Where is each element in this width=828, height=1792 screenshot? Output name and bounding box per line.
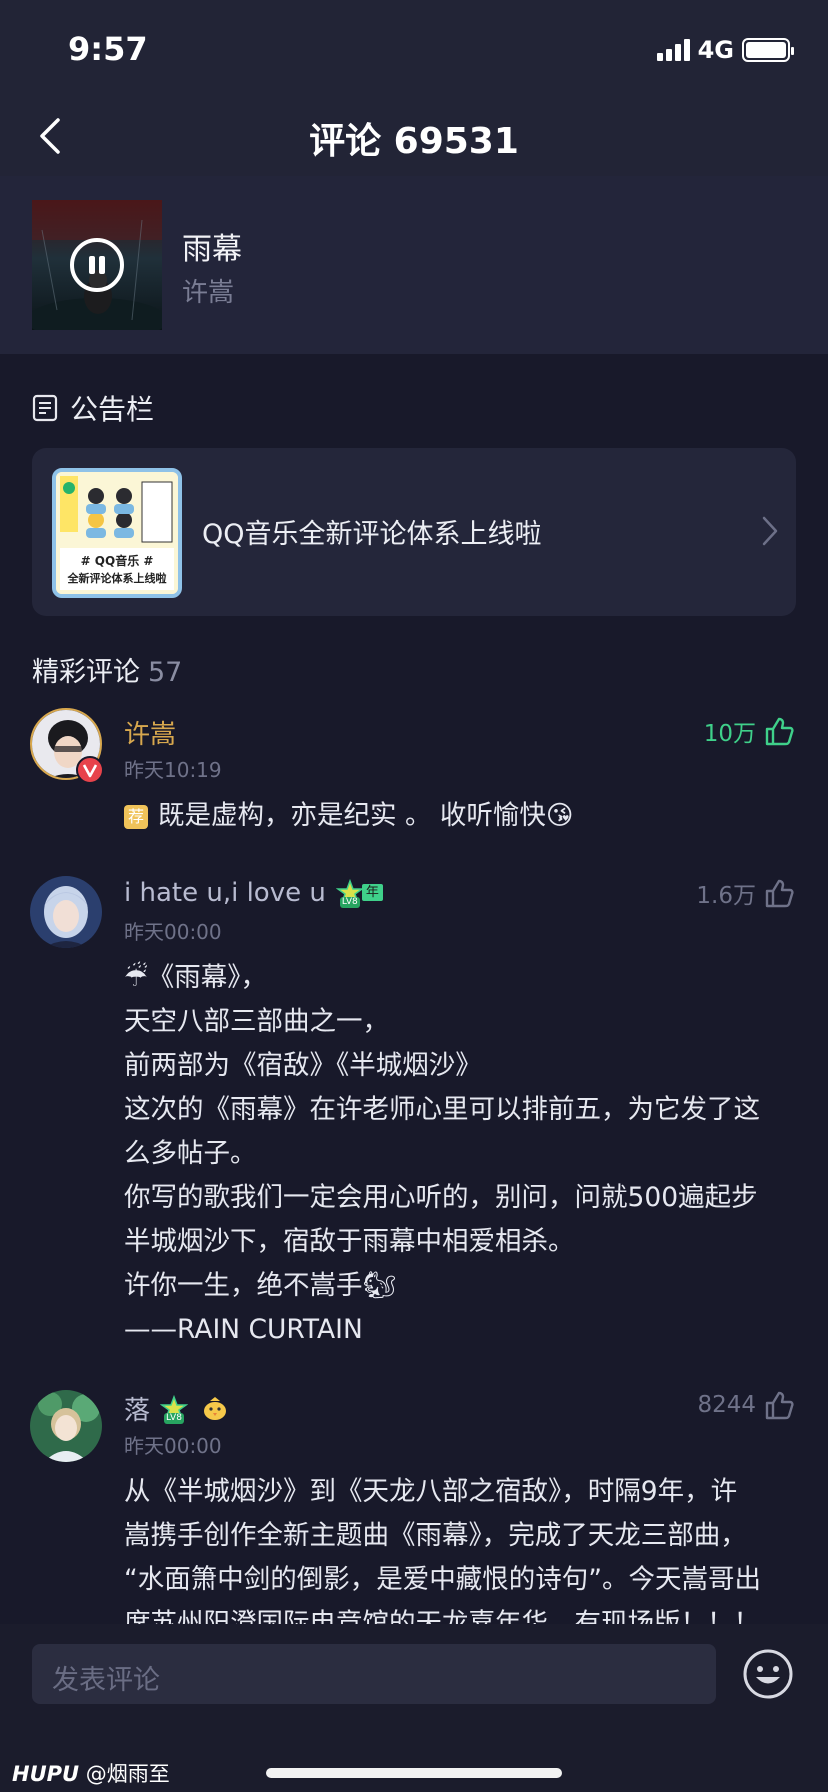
level-label: LV8 [164,1412,184,1424]
watermark-logo: HUPU [12,1762,80,1786]
comment-line: ——RAIN CURTAIN [124,1314,363,1345]
comment-input-placeholder: 发表评论 [52,1665,160,1696]
avatar[interactable] [30,876,102,948]
comment-item: 许嵩 昨天10:19 10万 荐既是虚构，亦是纪实 。 收听愉快😘 [0,708,828,838]
chick-icon [204,1396,227,1420]
comment-line: 从《半城烟沙》到《天龙八部之宿敌》，时隔9年，许 [124,1476,738,1507]
notice-thumbnail: # QQ音乐 # 全新评论体系上线啦 [52,468,182,598]
notice-heading: 公告栏 [32,388,154,428]
status-bar: 9:57 4G [0,0,828,100]
notice-card[interactable]: # QQ音乐 # 全新评论体系上线啦 QQ音乐全新评论体系上线啦 [32,448,796,616]
document-icon [32,394,58,422]
thumb-caption-1: # QQ音乐 # [80,554,154,568]
comment-input-bar: 发表评论 HUPU @烟雨至 [0,1624,828,1792]
like-button[interactable]: 10万 [704,714,794,748]
level-label: LV8 [339,897,360,908]
like-count: 8244 [697,1392,756,1418]
level-badge: LV8 [160,1394,190,1424]
section-title-label: 精彩评论 [32,657,140,688]
comment-body: ☔《雨幕》， 天空八部三部曲之一， 前两部为《宿敌》《半城烟沙》 这次的《雨幕》… [124,956,804,1352]
comment-time: 昨天00:00 [124,1434,222,1458]
year-badge: 年 [361,884,383,901]
comment-line: ☔《雨幕》， [124,962,268,993]
comment-author[interactable]: 落 LV8 [124,1390,230,1427]
comment-item: 落 LV8 昨天00:00 8244 从《半城烟沙》到《天龙八部之宿敌》，时隔9… [0,1390,828,1624]
battery-icon [742,38,794,62]
like-button[interactable]: 1.6万 [696,876,794,910]
watermark: HUPU @烟雨至 [12,1758,170,1788]
recommend-tag: 荐 [124,804,149,829]
like-count: 10万 [703,721,756,747]
comment-author-name: i hate u,i love u [124,878,326,908]
comment-item: i hate u,i love u LV8 年 昨天00:00 1.6万 ☔《雨… [0,876,828,1346]
signal-icon [656,39,690,61]
comment-author-name: 落 [124,1396,151,1426]
comment-line: 席苏州阳澄国际电竞馆的天龙嘉年华，有现场版！！！ [124,1608,760,1624]
song-artist[interactable]: 许嵩 [182,272,234,309]
notice-title: 公告栏 [70,393,155,426]
comment-line: 天空八部三部曲之一， [124,1006,389,1037]
thumbs-up-icon [765,717,794,746]
comment-line: 前两部为《宿敌》《半城烟沙》 [124,1050,482,1081]
song-header[interactable]: 雨幕 许嵩 [0,176,828,354]
avatar[interactable] [30,1390,102,1462]
comment-line: 半城烟沙下，宿敌于雨幕中相爱相杀。 [124,1226,575,1257]
comment-author[interactable]: 许嵩 [124,714,176,751]
comment-author[interactable]: i hate u,i love u LV8 年 [124,878,384,908]
comment-body: 从《半城烟沙》到《天龙八部之宿敌》，时隔9年，许 嵩携手创作全新主题曲《雨幕》，… [124,1470,804,1624]
emoji-icon[interactable] [742,1648,794,1700]
comment-line: 么多帖子。 [124,1138,257,1169]
comment-line: 这次的《雨幕》在许老师心里可以排前五，为它发了这 [124,1094,760,1125]
like-button[interactable]: 8244 [697,1390,794,1420]
like-count: 1.6万 [696,883,756,909]
comment-time: 昨天00:00 [124,920,222,944]
watermark-user: @烟雨至 [85,1762,170,1786]
section-title: 精彩评论 57 [32,650,182,689]
home-indicator[interactable] [266,1768,562,1778]
notice-text: QQ音乐全新评论体系上线啦 [202,519,542,550]
verified-badge-icon [76,756,104,784]
chevron-right-icon [762,516,778,546]
page-title: 评论 69531 [309,121,519,162]
song-title: 雨幕 [182,232,242,267]
pause-icon[interactable] [70,238,124,292]
level-badge: LV8 年 [335,879,384,908]
comment-line: 嵩携手创作全新主题曲《雨幕》，完成了天龙三部曲， [124,1520,747,1551]
comment-input[interactable]: 发表评论 [32,1644,716,1704]
nav-bar: 评论 69531 [0,100,828,176]
network-label: 4G [697,36,734,64]
section-count: 57 [148,657,183,688]
status-indicators: 4G [656,36,794,64]
comment-line: “水面箫中剑的倒影，是爱中藏恨的诗句”。今天嵩哥出 [124,1564,761,1595]
comment-line: 你写的歌我们一定会用心听的，别问，问就500遍起步 [124,1182,758,1213]
comment-time: 昨天10:19 [124,758,222,782]
comment-body: 荐既是虚构，亦是纪实 。 收听愉快😘 [124,794,804,838]
status-time: 9:57 [68,30,148,68]
album-cover[interactable] [32,200,162,330]
comment-line: 许你一生，绝不嵩手🐿 [124,1270,397,1301]
comment-line: 既是虚构，亦是纪实 。 收听愉快😘 [158,800,574,831]
thumbs-up-icon [765,1391,794,1420]
thumb-caption-2: 全新评论体系上线啦 [67,572,167,585]
thumbs-up-icon [765,879,794,908]
